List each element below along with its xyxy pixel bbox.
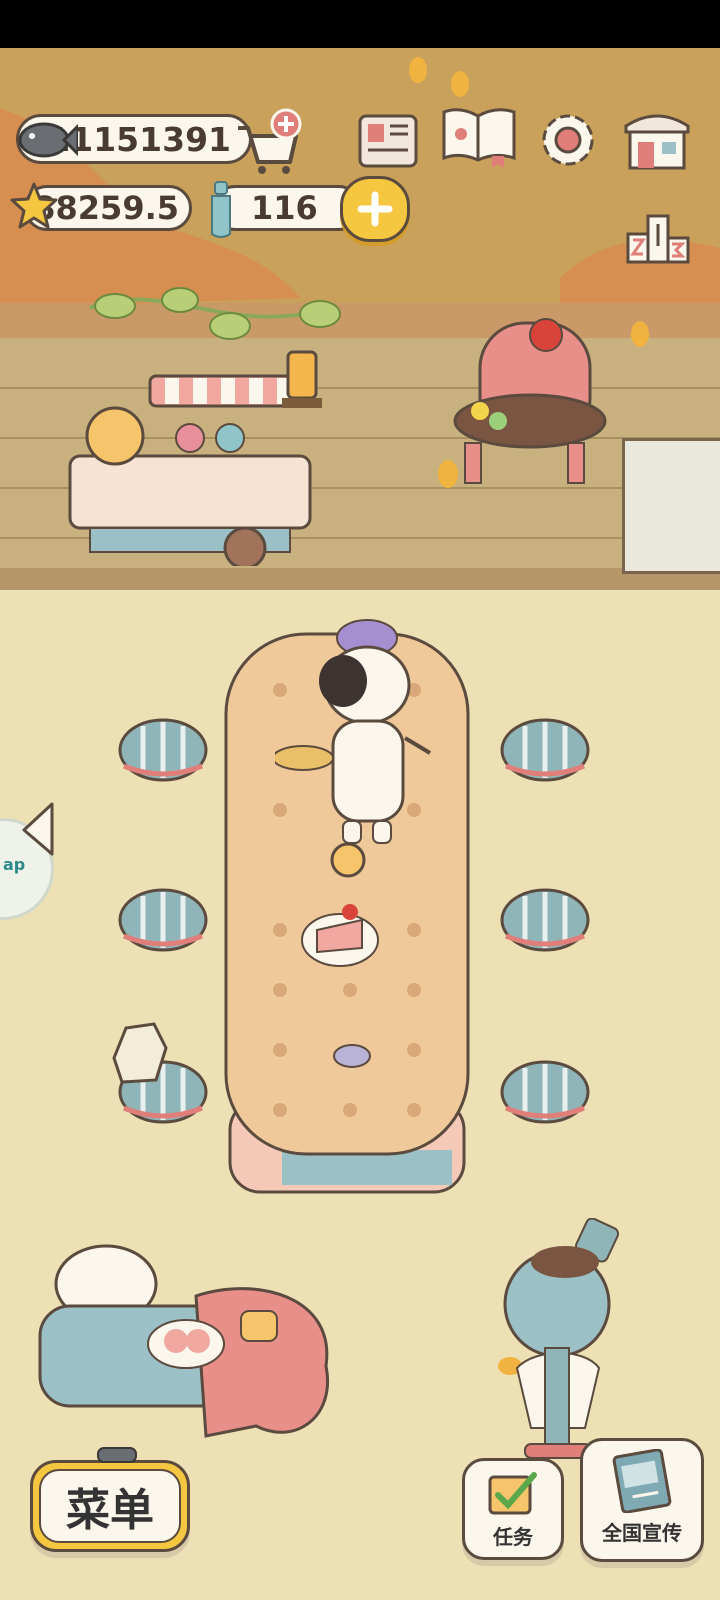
plus-icon xyxy=(357,191,393,227)
ice-cream-cart[interactable] xyxy=(30,366,320,566)
stool[interactable] xyxy=(118,716,208,788)
cart-plus-icon[interactable] xyxy=(232,106,304,176)
add-currency-button[interactable] xyxy=(340,176,410,242)
shop-icon[interactable] xyxy=(620,104,694,174)
back-arrow-icon[interactable] xyxy=(16,800,58,858)
cat-waiter[interactable] xyxy=(275,603,445,863)
bottle-icon xyxy=(211,181,231,238)
lantern xyxy=(282,350,322,408)
clipboard-clip xyxy=(97,1447,137,1463)
stool[interactable] xyxy=(500,716,590,788)
bottle-count: 116 xyxy=(251,189,318,227)
tasks-label: 任务 xyxy=(493,1525,533,1549)
leaderboard-icon[interactable] xyxy=(624,206,692,266)
flyer-icon xyxy=(612,1448,672,1514)
salad-chair-decor[interactable] xyxy=(450,303,610,503)
status-bar xyxy=(0,0,720,48)
game-scene[interactable]: 11151391 88259.5 116 ap 菜单 任务 全国宣传 xyxy=(0,48,720,1600)
tasks-button[interactable]: 任务 xyxy=(462,1458,564,1560)
doorway[interactable] xyxy=(622,438,720,574)
gear-icon[interactable] xyxy=(536,108,600,172)
stool[interactable] xyxy=(500,1058,590,1130)
promo-label: 全国宣传 xyxy=(602,1521,682,1545)
rock-item[interactable] xyxy=(106,1018,170,1088)
menu-label: 菜单 xyxy=(66,1485,154,1536)
fish-icon xyxy=(18,122,78,158)
dessert-shelf[interactable] xyxy=(36,1236,346,1466)
book-icon[interactable] xyxy=(438,104,520,170)
checklist-icon xyxy=(488,1472,537,1515)
star-icon xyxy=(10,182,58,229)
newspaper-icon[interactable] xyxy=(356,108,422,172)
stool[interactable] xyxy=(500,886,590,958)
national-promo-button[interactable]: 全国宣传 xyxy=(580,1438,704,1562)
menu-button[interactable]: 菜单 xyxy=(30,1460,190,1552)
stool[interactable] xyxy=(118,886,208,958)
